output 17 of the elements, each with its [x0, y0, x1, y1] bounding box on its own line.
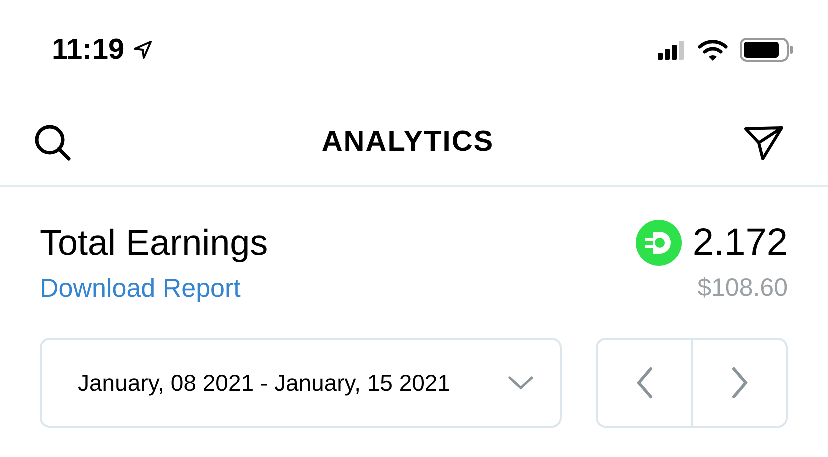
- wifi-icon: [698, 39, 728, 61]
- chevron-left-icon: [636, 367, 654, 399]
- location-arrow-icon: [132, 40, 153, 60]
- chevron-down-icon: [508, 375, 534, 391]
- signal-icon: [658, 40, 686, 60]
- page-title: ANALYTICS: [322, 126, 494, 159]
- fiat-amount: $108.60: [698, 274, 788, 303]
- download-report-link[interactable]: Download Report: [40, 273, 241, 304]
- chevron-right-icon: [730, 367, 748, 399]
- date-range-dropdown[interactable]: January, 08 2021 - January, 15 2021: [40, 338, 562, 428]
- token-amount: 2.172: [692, 222, 788, 264]
- paper-plane-icon[interactable]: [744, 124, 784, 160]
- earnings-title: Total Earnings: [40, 222, 268, 264]
- coin-icon: [634, 219, 683, 267]
- search-icon[interactable]: [34, 124, 72, 162]
- battery-icon: [740, 38, 794, 62]
- status-time: 11:19: [52, 34, 125, 66]
